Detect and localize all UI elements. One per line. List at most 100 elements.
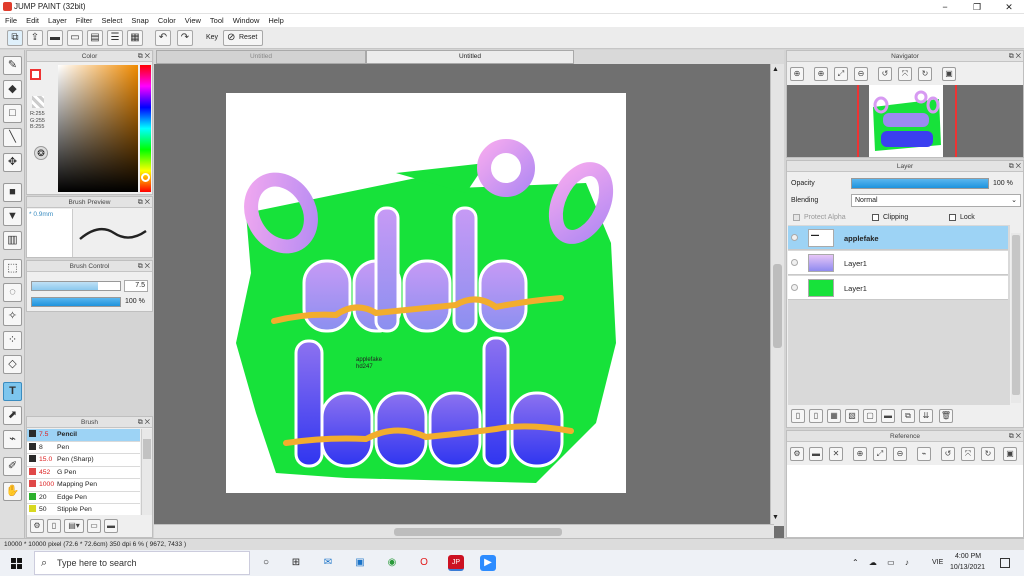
reference-zoom-out-icon[interactable]: ⊖ <box>893 447 907 461</box>
menu-view[interactable]: View <box>180 14 205 25</box>
rotate-right-icon[interactable]: ↻ <box>918 67 932 81</box>
panel-close-icon[interactable]: ⧉ ✕ <box>1009 52 1021 61</box>
layer-row-layer1[interactable]: Layer1 <box>788 251 1008 275</box>
line-tool-icon[interactable]: ╲ <box>3 128 22 147</box>
color-wheel-icon[interactable]: ❂ <box>34 146 48 160</box>
horizontal-scroll-thumb[interactable] <box>394 528 562 536</box>
menu-tool[interactable]: Tool <box>205 14 228 25</box>
protect-alpha-checkbox[interactable] <box>793 214 800 221</box>
duplicate-layer-icon[interactable]: ⧉ <box>901 409 915 423</box>
opera-icon[interactable]: O <box>416 555 432 571</box>
visibility-icon[interactable] <box>791 259 798 266</box>
tray-icons[interactable]: ⌃ ☁ ▭ ♪ <box>852 558 913 567</box>
transparent-color-icon[interactable] <box>32 96 44 108</box>
artboard[interactable]: applefake hd247 <box>226 93 626 493</box>
store-icon[interactable]: ▣ <box>352 555 368 571</box>
tab-untitled-2[interactable]: Untitled <box>366 50 574 64</box>
reference-settings-icon[interactable]: ⚙ <box>790 447 804 461</box>
merge-layer-icon[interactable]: ⇊ <box>919 409 933 423</box>
brush-size-slider[interactable] <box>31 281 121 291</box>
language-indicator[interactable]: VIE <box>932 559 943 566</box>
layer-row-applefake[interactable]: ▬▬ applefake <box>788 226 1008 250</box>
comment-icon[interactable]: ▬ <box>47 30 63 46</box>
tab-untitled-1[interactable]: Untitled <box>156 50 366 64</box>
delete-layer-icon[interactable]: 🗑 <box>939 409 953 423</box>
clock-date[interactable]: 10/13/2021 <box>950 564 985 571</box>
operation-tool-icon[interactable]: ⬈ <box>3 406 22 425</box>
brush-item-pencil[interactable]: 7.5 Pencil <box>27 429 140 442</box>
text-tool-icon[interactable]: T <box>3 382 22 401</box>
reference-open-icon[interactable]: ▬ <box>809 447 823 461</box>
rect-select-tool-icon[interactable]: ⬚ <box>3 259 22 278</box>
reference-flip-icon[interactable]: ⤧ <box>961 447 975 461</box>
task-view-icon[interactable]: ○ <box>258 555 274 571</box>
menu-select[interactable]: Select <box>96 14 126 25</box>
edge-browser-icon[interactable]: ◉ <box>384 555 400 571</box>
clipping-checkbox[interactable] <box>872 214 879 221</box>
canvas-vertical-scrollbar[interactable]: ▲ ▼ <box>770 64 784 526</box>
undo-icon[interactable]: ↶ <box>155 30 171 46</box>
brush-item-pen-sharp[interactable]: 15.0 Pen (Sharp) <box>27 454 140 467</box>
visibility-icon[interactable] <box>791 234 798 241</box>
menu-layer[interactable]: Layer <box>43 14 71 25</box>
vertical-scroll-thumb[interactable] <box>773 264 782 348</box>
brush-item-pen[interactable]: 8 Pen <box>27 441 140 454</box>
new-layer-2-icon[interactable]: ▯ <box>809 409 823 423</box>
close-button[interactable]: ✕ <box>994 0 1024 14</box>
menu-file[interactable]: File <box>0 14 21 25</box>
saturation-value-picker[interactable] <box>58 65 138 192</box>
panel-close-icon[interactable]: ⧉ ✕ <box>138 418 150 427</box>
reset-button[interactable]: ⊘ Reset <box>223 30 263 46</box>
brush-list-scrollbar[interactable] <box>141 429 152 515</box>
fit-icon[interactable]: ⤢ <box>834 67 848 81</box>
jump-paint-taskbar-icon[interactable]: JP <box>448 555 464 571</box>
panel-close-icon[interactable]: ⧉ ✕ <box>1009 162 1021 171</box>
new-canvas-icon[interactable]: ⧉ <box>7 30 23 46</box>
brush-size-input[interactable]: 7.5 <box>124 280 148 292</box>
reference-close-icon[interactable]: ✕ <box>829 447 843 461</box>
new-brush-icon[interactable]: ▯ <box>47 519 61 533</box>
scroll-down-icon[interactable]: ▼ <box>772 514 779 521</box>
list-icon[interactable]: ☰ <box>107 30 123 46</box>
lasso-select-tool-icon[interactable]: ◌ <box>3 283 22 302</box>
zoom-out-icon[interactable]: ⊖ <box>854 67 868 81</box>
brush-copy-icon[interactable]: ▭ <box>87 519 101 533</box>
brush-item-mapping-pen[interactable]: 1000 Mapping Pen <box>27 479 140 492</box>
tone-layer-icon[interactable]: ▦ <box>827 409 841 423</box>
brush-menu-icon[interactable]: ▤▾ <box>64 519 84 533</box>
hand-tool-icon[interactable]: ✋ <box>3 482 22 501</box>
scroll-up-icon[interactable]: ▲ <box>772 66 779 73</box>
open-file-icon[interactable]: ⇪ <box>27 30 43 46</box>
new-layer-icon[interactable]: ▯ <box>791 409 805 423</box>
layer-row-layer1-green[interactable]: Layer1 <box>788 276 1008 300</box>
redo-icon[interactable]: ↷ <box>177 30 193 46</box>
reference-zoom-in-icon[interactable]: ⊕ <box>853 447 867 461</box>
eyedropper-tool-icon[interactable]: ⌁ <box>3 430 22 449</box>
menu-snap[interactable]: Snap <box>126 14 153 25</box>
panel-close-icon[interactable]: ⧉ ✕ <box>138 198 150 207</box>
menu-color[interactable]: Color <box>153 14 180 25</box>
canvas-horizontal-scrollbar[interactable] <box>154 524 774 538</box>
brush-tool-icon[interactable]: ✎ <box>3 56 22 75</box>
brush-item-stipple-pen[interactable]: 50 Stipple Pen <box>27 504 140 515</box>
visibility-icon[interactable] <box>791 284 798 291</box>
timeline-icon[interactable]: ⊞ <box>288 555 304 571</box>
reference-eyedropper-icon[interactable]: ⌁ <box>917 447 931 461</box>
clear-layer-icon[interactable]: ▧ <box>845 409 859 423</box>
eraser-tool-icon[interactable]: ◆ <box>3 80 22 99</box>
zoom-in-icon[interactable]: ⊕ <box>790 67 804 81</box>
menu-help[interactable]: Help <box>263 14 287 25</box>
message-icon[interactable]: ▭ <box>67 30 83 46</box>
fill-rect-tool-icon[interactable]: ■ <box>3 183 22 202</box>
reference-pin-icon[interactable]: ▣ <box>1003 447 1017 461</box>
brush-settings-icon[interactable]: ⚙ <box>30 519 44 533</box>
magic-wand-tool-icon[interactable]: ✧ <box>3 307 22 326</box>
panel-close-icon[interactable]: ⧉ ✕ <box>138 52 150 61</box>
hue-handle[interactable] <box>141 173 150 182</box>
menu-edit[interactable]: Edit <box>21 14 43 25</box>
bucket-tool-icon[interactable]: ▼ <box>3 207 22 226</box>
menu-window[interactable]: Window <box>228 14 264 25</box>
document-icon[interactable]: ▤ <box>87 30 103 46</box>
brush-item-edge-pen[interactable]: 20 Edge Pen <box>27 491 140 504</box>
pen-tool-icon[interactable]: ✐ <box>3 457 22 476</box>
